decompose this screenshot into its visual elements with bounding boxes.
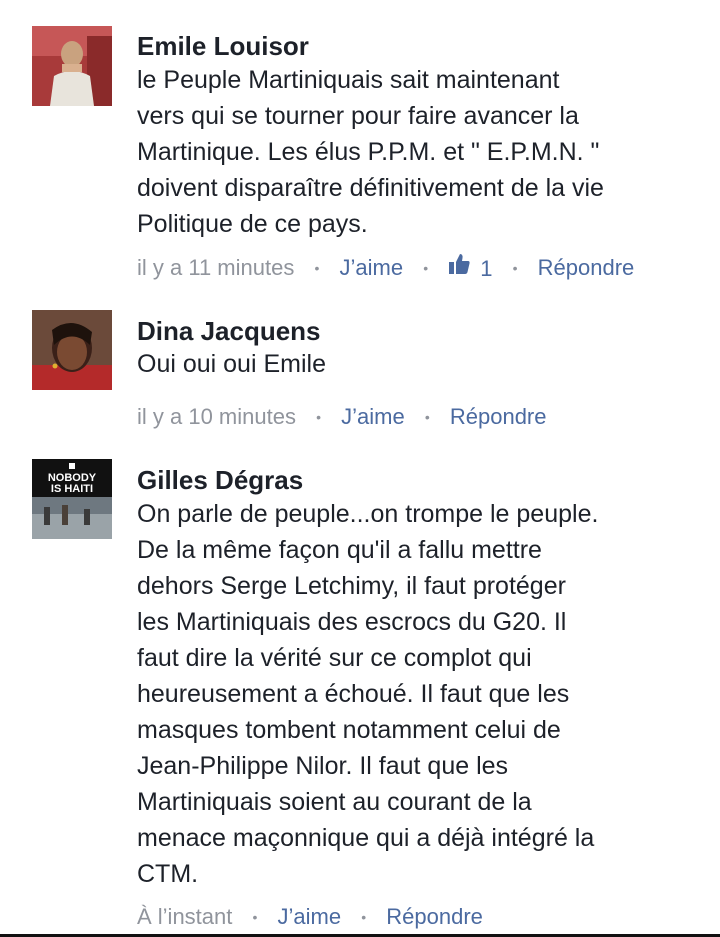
avatar[interactable]: NOBODY IS HAITI [32,459,112,539]
comment-line: heureusement a échoué. Il faut que les [137,680,570,708]
comment-author[interactable]: Emile Louisor [137,31,309,61]
avatar-caption-2: IS HAITI [51,483,93,495]
separator-dot: • [314,260,320,277]
comment-line: faut dire la vérité sur ce complot qui [137,644,532,672]
comment-line: doivent disparaître définitivement de la… [137,174,604,202]
comment-text: le Peuple Martiniquais sait maintenant v… [137,62,697,242]
separator-dot: • [316,409,321,426]
comment-actions: À l’instant • J’aime • Répondre [137,901,483,931]
comment-timestamp: À l’instant [137,904,233,930]
separator-dot: • [512,260,518,277]
comment-line: Politique de ce pays. [137,210,368,238]
reply-button[interactable]: Répondre [386,902,483,932]
comment-line: Oui oui oui Emile [137,350,326,378]
separator-dot: • [423,260,429,277]
separator-dot: • [252,909,258,926]
like-count[interactable]: 1 [448,253,492,284]
avatar[interactable] [32,26,112,106]
comment-line: Martiniquais soient au courant de la [137,788,532,816]
avatar-photo: NOBODY IS HAITI [32,459,112,539]
thumbs-up-icon [449,253,470,274]
comment-line: CTM. [137,860,199,888]
avatar-photo [32,310,112,390]
separator-dot: • [361,909,367,926]
comment-line: les Martiniquais des escrocs du G20. Il [137,608,567,636]
comment-line: dehors Serge Letchimy, il faut protéger [137,572,566,600]
comment-actions: il y a 11 minutes • J’aime • 1 • Répondr… [137,252,634,282]
avatar-photo [32,26,112,106]
comment-author[interactable]: Dina Jacquens [137,316,321,346]
reply-button[interactable]: Répondre [538,253,635,283]
comment-actions: il y a 10 minutes • J’aime • Répondre [137,401,547,431]
comment-line: vers qui se tourner pour faire avancer l… [137,102,579,130]
comment-line: Martinique. Les élus P.P.M. et " E.P.M.N… [137,138,600,166]
comment-line: On parle de peuple...on trompe le peuple… [137,500,599,528]
comment-line: menace maçonnique qui a déjà intégré la [137,824,595,852]
like-button[interactable]: J’aime [340,253,404,283]
avatar[interactable] [32,310,112,390]
comment-text: On parle de peuple...on trompe le peuple… [137,496,697,892]
reply-button[interactable]: Répondre [450,402,547,432]
comment-line: De la même façon qu'il a fallu mettre [137,536,542,564]
separator-dot: • [424,409,430,426]
comment-line: le Peuple Martiniquais sait maintenant [137,66,560,94]
comment-timestamp: il y a 11 minutes [137,255,295,281]
comment-text: Oui oui oui Emile [137,346,697,382]
like-button[interactable]: J’aime [278,902,342,932]
comment-line: Jean-Philippe Nilor. Il faut que les [137,752,509,780]
like-count-value: 1 [480,255,493,281]
comment-author[interactable]: Gilles Dégras [137,465,303,495]
comment-timestamp: il y a 10 minutes [137,404,296,430]
like-button[interactable]: J’aime [341,402,405,432]
comment-line: masques tombent notamment celui de [137,716,561,744]
